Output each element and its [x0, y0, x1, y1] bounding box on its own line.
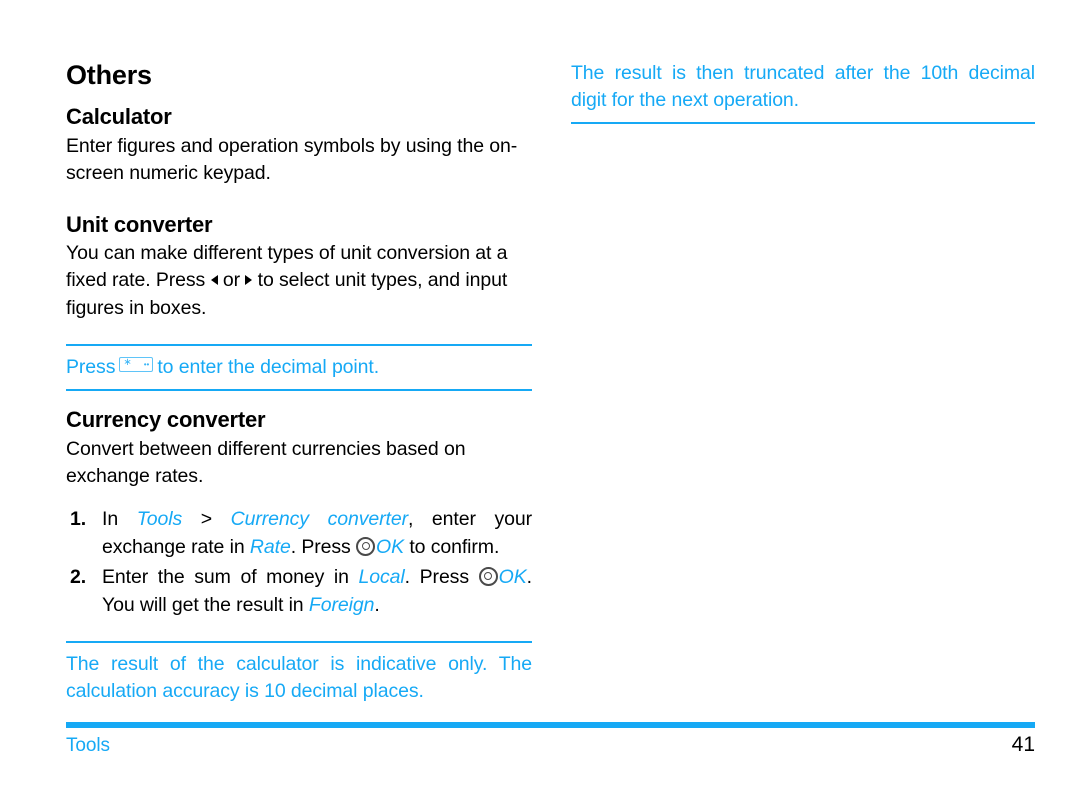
left-column: Others Calculator Enter figures and oper…	[66, 60, 532, 713]
step1-separator: >	[200, 507, 213, 530]
unit-converter-or: or	[222, 269, 240, 292]
step1-ui-tools: Tools	[136, 507, 183, 530]
note-rule-bottom	[66, 389, 532, 392]
document-page: Others Calculator Enter figures and oper…	[0, 0, 1080, 810]
step1-ui-rate: Rate	[249, 535, 291, 558]
step2-text-4: .	[374, 593, 380, 616]
list-item: 2. Enter the sum of money in Local. Press…	[66, 563, 532, 619]
step2-text-1: Enter the sum of money in	[102, 565, 349, 588]
step1-ok-label: OK	[376, 535, 405, 558]
note-rule-bottom	[571, 122, 1035, 124]
note-truncation-body: The result is then truncated after the 1…	[571, 62, 1035, 111]
paragraph-calculator: Enter figures and operation symbols by u…	[66, 134, 518, 185]
step2-text-2: . Press	[404, 565, 469, 588]
paragraph-unit-converter: You can make different types of unit con…	[66, 240, 532, 323]
currency-converter-steps: 1. In Tools > Currency converter, enter y…	[66, 505, 532, 619]
ok-button-icon	[356, 536, 376, 556]
footer-rule	[66, 722, 1035, 728]
note-accuracy: The result of the calculator is indicati…	[66, 640, 532, 713]
note-decimal-point: Press to enter the decimal point.	[66, 344, 532, 392]
star-dot-key-icon	[119, 355, 154, 373]
step-number: 2.	[70, 565, 87, 588]
step-number: 1.	[70, 507, 87, 530]
step2-ui-foreign: Foreign	[308, 593, 375, 616]
step1-text-1: In	[102, 507, 119, 530]
left-arrow-icon	[210, 275, 218, 286]
note-accuracy-body: The result of the calculator is indicati…	[66, 652, 532, 702]
right-column: The result is then truncated after the 1…	[571, 60, 1035, 124]
heading-unit-converter: Unit converter	[66, 211, 213, 237]
step1-text-4: to confirm.	[409, 535, 500, 558]
footer-chapter-label: Tools	[66, 735, 110, 756]
page-footer: Tools 41	[66, 733, 1035, 757]
page-title: Others	[66, 60, 152, 90]
heading-currency-converter: Currency converter	[66, 407, 266, 433]
note-decimal-prefix: Press	[66, 356, 116, 379]
right-arrow-icon	[245, 275, 253, 286]
note-truncation: The result is then truncated after the 1…	[571, 60, 1035, 124]
footer-page-number: 41	[1011, 733, 1035, 756]
heading-calculator: Calculator	[66, 104, 172, 130]
ok-button-icon	[478, 566, 498, 586]
note-decimal-suffix: to enter the decimal point.	[157, 356, 380, 379]
step1-ui-currency-converter: Currency converter	[230, 507, 408, 530]
step2-ok-label: OK	[498, 565, 527, 588]
step2-ui-local: Local	[358, 565, 405, 588]
paragraph-currency-converter: Convert between different currencies bas…	[66, 437, 466, 488]
note-decimal-point-body: Press to enter the decimal point.	[66, 346, 532, 389]
list-item: 1. In Tools > Currency converter, enter y…	[66, 505, 532, 561]
step1-text-3: . Press	[290, 535, 351, 558]
